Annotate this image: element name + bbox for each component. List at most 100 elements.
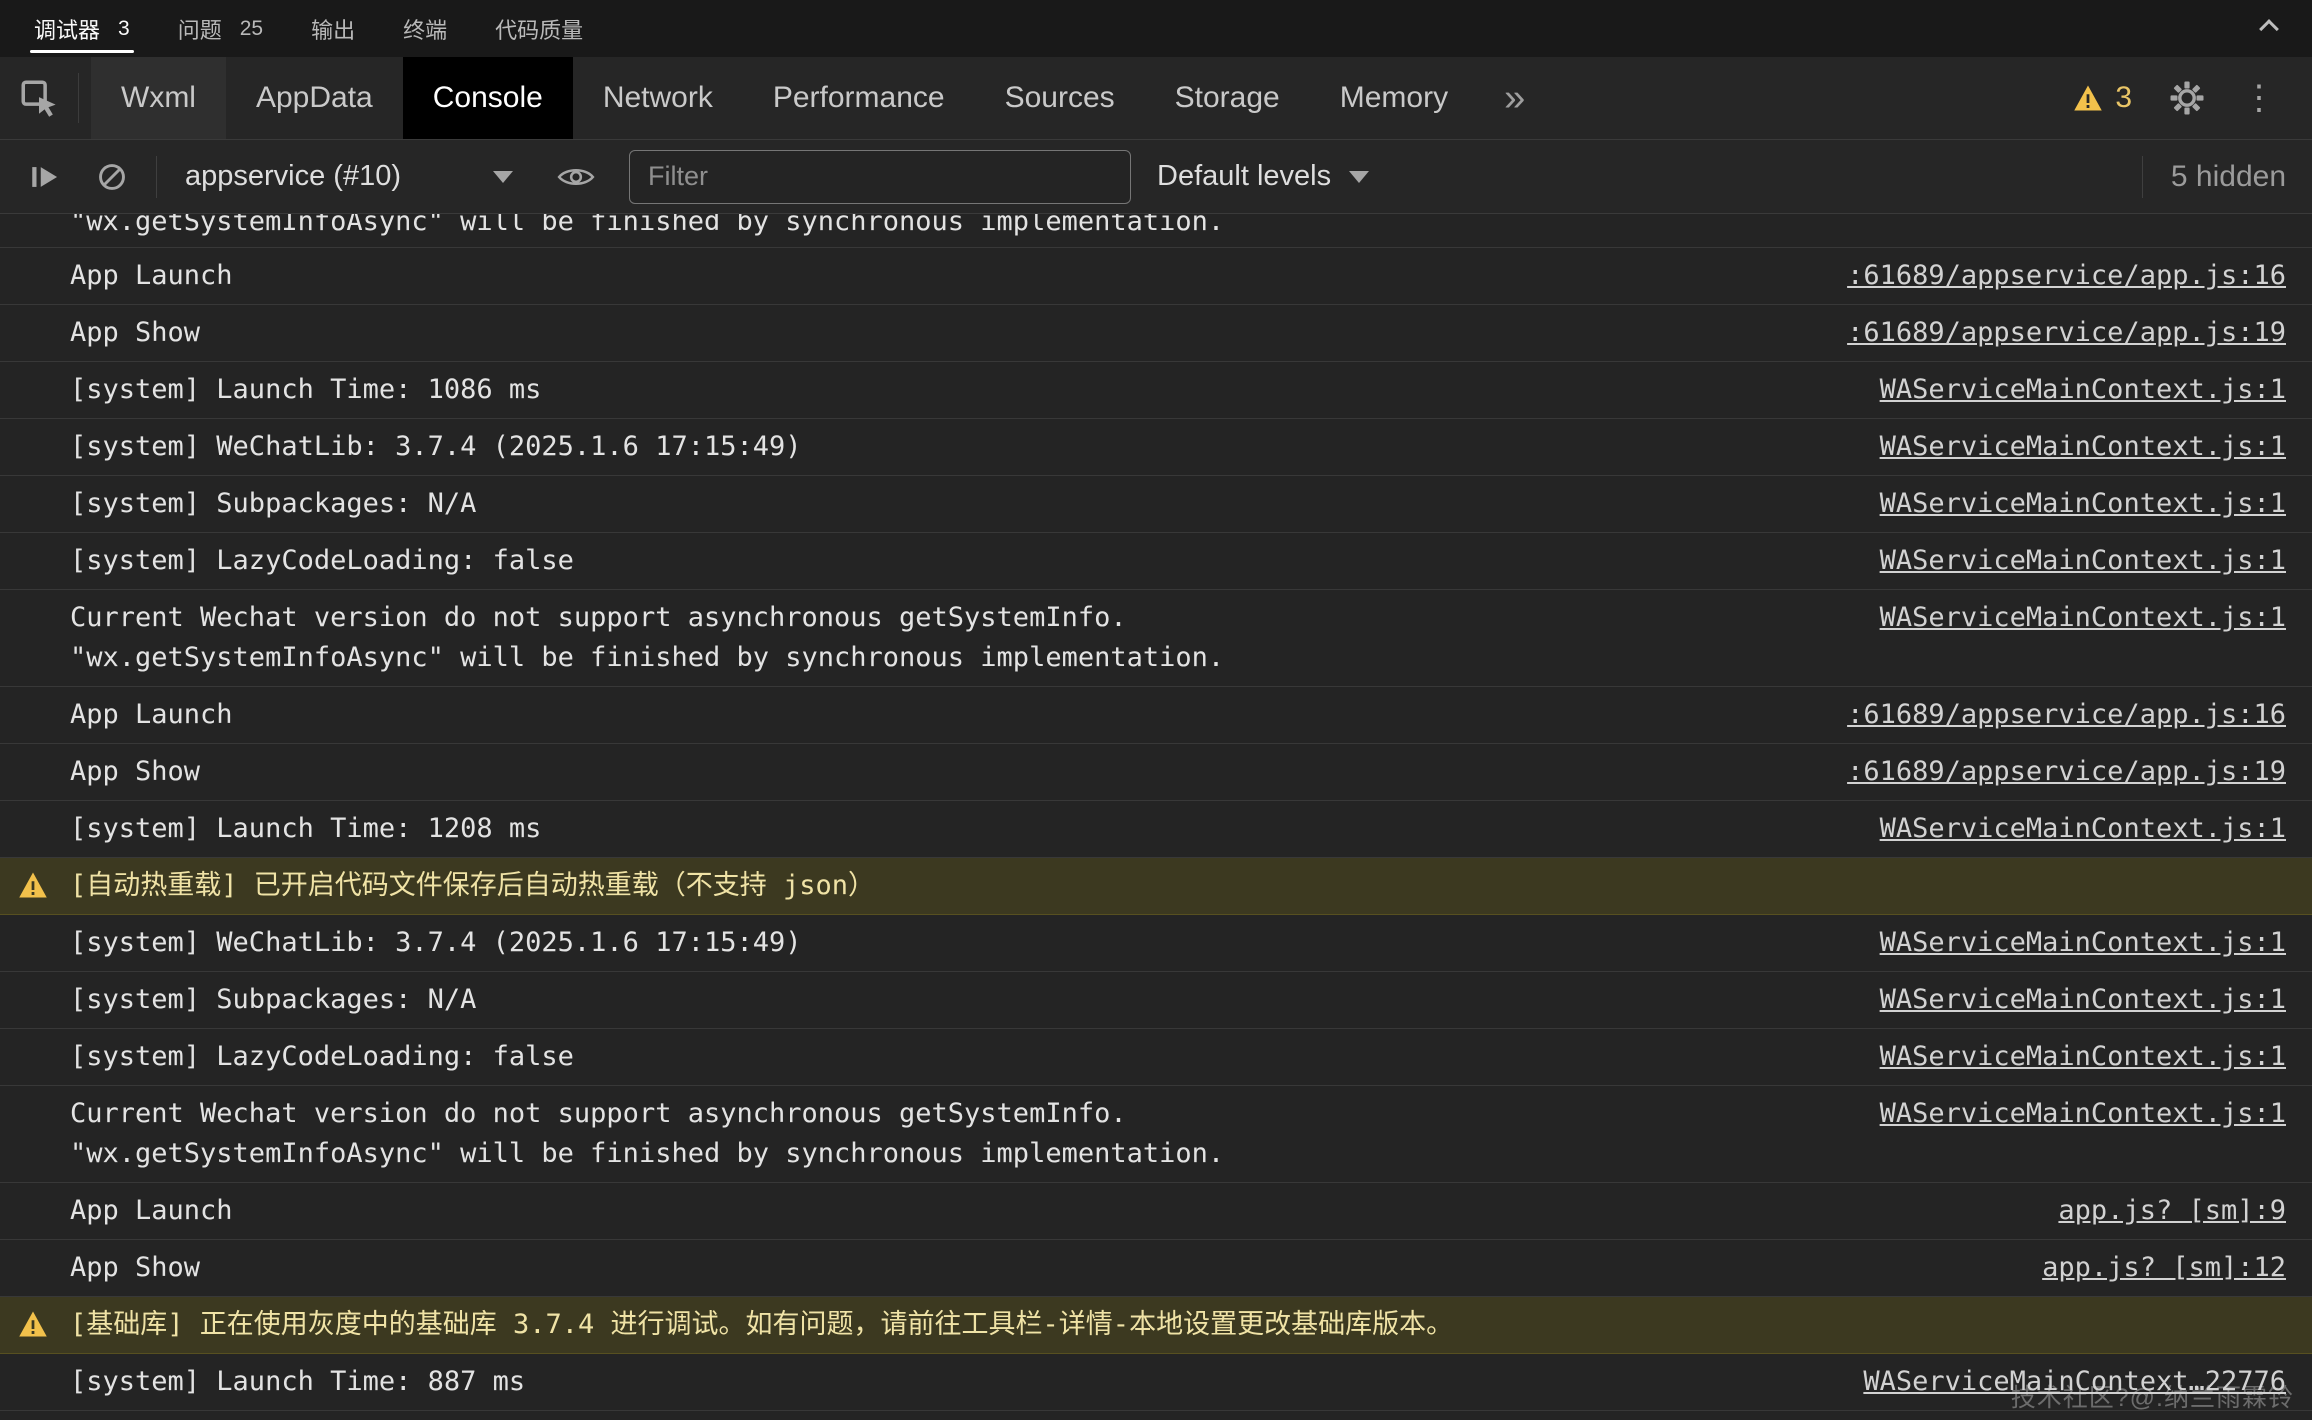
log-message: App Launch bbox=[70, 695, 233, 735]
tab-memory[interactable]: Memory bbox=[1310, 57, 1478, 139]
console-log-row: [system] Launch Time: 1086 ms WAServiceMa… bbox=[0, 362, 2312, 419]
tab-wxml[interactable]: Wxml bbox=[91, 57, 226, 139]
divider bbox=[78, 73, 79, 123]
console-warning-row: [自动热重载] 已开启代码文件保存后自动热重载（不支持 json） bbox=[0, 858, 2312, 915]
console-context-selector[interactable]: appservice (#10) bbox=[185, 160, 513, 193]
source-link[interactable]: WAServiceMainContext.js:1 bbox=[1836, 809, 2286, 849]
source-link[interactable]: :61689/appservice/app.js:19 bbox=[1803, 313, 2286, 353]
console-log-row: [system] Subpackages: N/AWAServiceMainCo… bbox=[0, 972, 2312, 1029]
console-log-row: Current Wechat version do not support as… bbox=[0, 590, 2312, 687]
source-link[interactable]: WAServiceMainContext.js:1 bbox=[1836, 541, 2286, 581]
tab-storage[interactable]: Storage bbox=[1145, 57, 1310, 139]
devtools-tabs: WxmlAppDataConsoleNetworkPerformanceSour… bbox=[91, 57, 1478, 139]
wechat-devtools-debugger-window: 调试器 3 问题25 输出 终端 代码质量 WxmlAppDataConsoleNetwo… bbox=[0, 0, 2312, 1420]
console-log-row: [system] LazyCodeLoading: false WAService… bbox=[0, 1029, 2312, 1086]
top-tab-label: 问题 bbox=[178, 13, 222, 45]
top-tab-strip: 调试器 3 问题25 输出 终端 代码质量 bbox=[34, 0, 631, 57]
top-tab-label: 代码质量 bbox=[495, 13, 583, 45]
collapse-panel-button[interactable] bbox=[2262, 22, 2282, 36]
clear-console-button[interactable] bbox=[96, 161, 128, 193]
warning-count-button[interactable]: 3 bbox=[2073, 81, 2132, 115]
top-tab-问题[interactable]: 问题25 bbox=[178, 0, 263, 57]
log-message: [system] LazyCodeLoading: false bbox=[70, 541, 574, 581]
console-toolbar: appservice (#10) Default levels 5 hidden bbox=[0, 140, 2312, 214]
log-message: [自动热重载] 已开启代码文件保存后自动热重载（不支持 json） bbox=[70, 866, 875, 906]
divider bbox=[2142, 156, 2143, 198]
log-message: App Show bbox=[70, 752, 200, 792]
top-tab-label: 终端 bbox=[403, 13, 447, 45]
chevron-up-icon bbox=[2259, 19, 2279, 39]
source-link[interactable]: :61689/appservice/app.js:19 bbox=[1803, 752, 2286, 792]
top-tab-输出[interactable]: 输出 bbox=[311, 0, 355, 57]
source-link[interactable]: app.js? [sm]:9 bbox=[2014, 1191, 2286, 1231]
inspect-element-button[interactable] bbox=[0, 57, 78, 139]
chevron-down-icon bbox=[1349, 171, 1369, 183]
log-message: [system] WeChatLib: 3.7.4 (2025.1.6 17:1… bbox=[70, 427, 802, 467]
source-link[interactable]: WAServiceMainContext.js:1 bbox=[1836, 484, 2286, 524]
source-link[interactable]: WAServiceMainContext.js:1 bbox=[1836, 427, 2286, 467]
top-tab-终端[interactable]: 终端 bbox=[403, 0, 447, 57]
create-live-expression-button[interactable] bbox=[557, 163, 595, 191]
log-message: [system] LazyCodeLoading: false bbox=[70, 1037, 574, 1077]
warning-triangle-icon bbox=[18, 1310, 48, 1338]
log-message: App Show bbox=[70, 1248, 200, 1288]
log-message: [基础库] 正在使用灰度中的基础库 3.7.4 进行调试。如有问题，请前往工具栏… bbox=[70, 1305, 1453, 1345]
devtools-settings-button[interactable] bbox=[2170, 81, 2204, 115]
source-link[interactable]: :61689/appservice/app.js:16 bbox=[1803, 256, 2286, 296]
top-tab-代码质量[interactable]: 代码质量 bbox=[495, 0, 583, 57]
top-tab-调试器[interactable]: 调试器 3 bbox=[34, 0, 130, 57]
show-console-sidebar-button[interactable] bbox=[28, 160, 62, 194]
debugger-top-bar: 调试器 3 问题25 输出 终端 代码质量 bbox=[0, 0, 2312, 57]
console-log-row: App Show app.js? [sm]:12 bbox=[0, 1240, 2312, 1297]
divider bbox=[156, 156, 157, 198]
log-message: [system] Launch Time: 1086 ms bbox=[70, 370, 541, 410]
log-message: App Show bbox=[70, 313, 200, 353]
log-message: "wx.getSystemInfoAsync" will be finished… bbox=[70, 214, 1224, 242]
console-log-row: App Show :61689/appservice/app.js:19 bbox=[0, 305, 2312, 362]
warning-triangle-icon bbox=[18, 871, 48, 899]
console-log-row: App Launch :61689/appservice/app.js:16 bbox=[0, 687, 2312, 744]
sidebar-toggle-icon bbox=[28, 160, 62, 194]
console-log-row: [system] Subpackages: N/A WAServiceMainCo… bbox=[0, 476, 2312, 533]
tab-console[interactable]: Console bbox=[403, 57, 573, 139]
chevron-down-icon bbox=[493, 171, 513, 183]
source-link[interactable]: :61689/appservice/app.js:16 bbox=[1803, 695, 2286, 735]
more-tabs-button[interactable]: » bbox=[1478, 57, 1551, 139]
top-tab-badge: 3 bbox=[118, 17, 130, 41]
console-log-row: [system] LazyCodeLoading: false WAService… bbox=[0, 533, 2312, 590]
warning-triangle-icon bbox=[2073, 84, 2103, 112]
log-message: [system] Launch Time: 887 ms bbox=[70, 1362, 525, 1402]
source-link[interactable]: app.js? [sm]:12 bbox=[1998, 1248, 2286, 1288]
console-log-row: [system] WeChatLib: 3.7.4 (2025.1.6 17:1… bbox=[0, 915, 2312, 972]
tab-performance[interactable]: Performance bbox=[743, 57, 975, 139]
console-warning-row: [基础库] 正在使用灰度中的基础库 3.7.4 进行调试。如有问题，请前往工具栏… bbox=[0, 1297, 2312, 1354]
log-message: [system] WeChatLib: 3.7.4 (2025.1.6 17:1… bbox=[70, 923, 802, 963]
source-link[interactable]: WAServiceMainContext.js:1 bbox=[1836, 598, 2286, 638]
log-message: App Launch bbox=[70, 256, 233, 296]
log-message: [system] Subpackages: N/A bbox=[70, 484, 476, 524]
log-levels-label: Default levels bbox=[1157, 160, 1331, 193]
source-link[interactable]: WAServiceMainContext.js:1 bbox=[1836, 1037, 2286, 1077]
source-link[interactable]: WAServiceMainContext.js:1 bbox=[1836, 1094, 2286, 1134]
clear-console-icon bbox=[96, 161, 128, 193]
top-tab-label: 输出 bbox=[311, 13, 355, 45]
filter-input[interactable] bbox=[629, 150, 1131, 204]
tab-appdata[interactable]: AppData bbox=[226, 57, 403, 139]
log-levels-dropdown[interactable]: Default levels bbox=[1157, 160, 1369, 193]
source-link[interactable]: WAServiceMainContext.js:1 bbox=[1836, 370, 2286, 410]
context-label: appservice (#10) bbox=[185, 160, 401, 193]
log-message: Current Wechat version do not support as… bbox=[70, 598, 1224, 678]
console-log-row: App Launchapp.js? [sm]:9 bbox=[0, 1183, 2312, 1240]
warning-count-label: 3 bbox=[2115, 81, 2132, 115]
devtools-right-icons: 3 ⋮ bbox=[2073, 57, 2312, 139]
devtools-tab-bar: WxmlAppDataConsoleNetworkPerformanceSour… bbox=[0, 57, 2312, 140]
source-link[interactable]: WAServiceMainContext…22776 bbox=[1819, 1362, 2286, 1402]
source-link[interactable]: WAServiceMainContext.js:1 bbox=[1836, 980, 2286, 1020]
source-link[interactable]: WAServiceMainContext.js:1 bbox=[1836, 923, 2286, 963]
console-log-list[interactable]: "wx.getSystemInfoAsync" will be finished… bbox=[0, 214, 2312, 1419]
top-tab-label: 调试器 bbox=[34, 13, 100, 45]
console-log-row: [system] Launch Time: 887 ms WAServiceMai… bbox=[0, 1354, 2312, 1411]
more-options-button[interactable]: ⋮ bbox=[2242, 81, 2276, 115]
tab-network[interactable]: Network bbox=[573, 57, 743, 139]
tab-sources[interactable]: Sources bbox=[975, 57, 1145, 139]
